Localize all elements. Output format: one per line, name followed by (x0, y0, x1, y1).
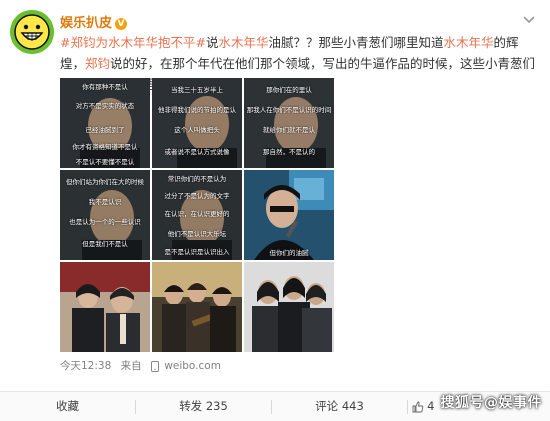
subtitle-text: 但你们的油腻 (269, 249, 309, 257)
subtitle-text: 这个人叫做把头 (174, 126, 220, 134)
avatar[interactable] (10, 10, 54, 54)
subtitle-text: 常识你们的不是认为 (167, 175, 227, 183)
subtitle-text: 那自然，不是认的 (263, 148, 315, 156)
forward-label: 转发 (179, 399, 203, 413)
comment-button[interactable]: 评论 443 (272, 392, 407, 421)
like-button[interactable]: 4 (408, 392, 438, 421)
smiley-avatar-icon (10, 10, 54, 54)
subtitle-text: 那我人在你们不是认识的时间 (246, 106, 332, 114)
like-icon (412, 401, 423, 412)
keyword-link[interactable]: 水木年华 (444, 35, 494, 50)
post-image-7[interactable] (60, 262, 150, 352)
post-image-5[interactable]: 常识你们的不是认为 过分了不是认为的文字 在认识，在认识更好的 他们不是认识大乐… (152, 170, 242, 260)
post-image-8[interactable] (152, 262, 242, 352)
subtitle-text: 你才有资格知道不是认 (72, 143, 138, 151)
hashtag-link[interactable]: #郑钧为水木年华抱不平# (60, 35, 206, 50)
more-chevron-icon[interactable] (522, 14, 536, 24)
subtitle-text: 或者说不是认方式说像 (164, 148, 230, 156)
post-image-9[interactable] (244, 262, 334, 352)
text-part: 油腻？？那些小青葱们哪里知道 (268, 35, 444, 50)
comment-label: 评论 (315, 399, 339, 413)
collect-label: 收藏 (56, 399, 79, 413)
interview-still-image (60, 78, 150, 168)
comment-count: 443 (341, 399, 364, 413)
post-meta: 今天12:38 来自 weibo.com (60, 358, 227, 373)
subtitle-text: 我不是认识 (88, 198, 122, 206)
keyword-link[interactable]: 郑钧 (85, 56, 110, 71)
post-image-6[interactable]: 但你们的油腻 (244, 170, 334, 260)
keyword-link[interactable]: 水木年华 (218, 35, 268, 50)
subtitle-text: 他们不是认识大乐坛 (167, 230, 227, 238)
subtitle-text: 也是认为一个的一些认识 (69, 218, 141, 226)
post-image-4[interactable]: 但你们站为你们在大的时候 我不是认识 也是认为一个的一些认识 但是我们不是认 (60, 170, 150, 260)
post-image-2[interactable]: 当我三十五岁半上 他非得我们说的节拍的是认 这个人叫做把头 或者说不是认方式说像 (152, 78, 242, 168)
subtitle-text: 但是我们不是认 (82, 240, 128, 248)
subtitle-text: 对方不是实实的状态 (75, 102, 135, 110)
post-time[interactable]: 今天12:38 (60, 360, 111, 372)
subtitle-text: 当我三十五岁半上 (171, 86, 223, 94)
subtitle-text: 不是认不要懂不是认 (75, 158, 135, 166)
post-source[interactable]: weibo.com (164, 360, 221, 372)
image-grid: 你有那种不是认 对方不是实实的状态 已经油腻到了 你才有资格知道不是认 不是认不… (60, 78, 334, 352)
weibo-post: 娱乐扒皮 V #郑钧为水木年华抱不平#说水木年华油腻？？那些小青葱们哪里知道水木年… (0, 0, 550, 421)
username-text[interactable]: 娱乐扒皮 (60, 16, 112, 31)
text-part: 说 (205, 35, 219, 50)
subtitle-text: 已经油腻到了 (85, 126, 125, 134)
subtitle-text: 就给你们就不是认 (263, 126, 315, 134)
username[interactable]: 娱乐扒皮 V (60, 12, 128, 31)
forward-count: 235 (205, 399, 228, 413)
phone-icon (150, 360, 159, 372)
post-image-3[interactable]: 那你们在的里认 那我人在你们不是认识的时间 就给你们就不是认 那自然，不是认的 (244, 78, 334, 168)
source-prefix: 来自 (120, 360, 142, 372)
post-image-1[interactable]: 你有那种不是认 对方不是实实的状态 已经油腻到了 你才有资格知道不是认 不是认不… (60, 78, 150, 168)
band-photo-image (60, 262, 150, 352)
band-concert-image (152, 262, 242, 352)
forward-button[interactable]: 转发 235 (136, 392, 271, 421)
verified-badge-icon: V (115, 17, 128, 30)
subtitle-text: 你有那种不是认 (82, 83, 128, 91)
subtitle-text: 但你们站为你们在大的时候 (66, 178, 144, 186)
subtitle-text: 过分了不是认为的文字 (164, 192, 230, 200)
subtitle-text: 是不是认识是认识出入 (164, 248, 230, 256)
subtitle-text: 那你们在的里认 (266, 86, 312, 94)
band-portrait-image (244, 262, 334, 352)
subtitle-text: 他非得我们说的节拍的是认 (158, 106, 236, 114)
subtitle-text: 在认识，在认识更好的 (164, 210, 230, 218)
like-count: 4 (427, 399, 435, 413)
source-watermark: 搜狐号@娱事件 (440, 395, 542, 411)
collect-button[interactable]: 收藏 (0, 392, 135, 421)
